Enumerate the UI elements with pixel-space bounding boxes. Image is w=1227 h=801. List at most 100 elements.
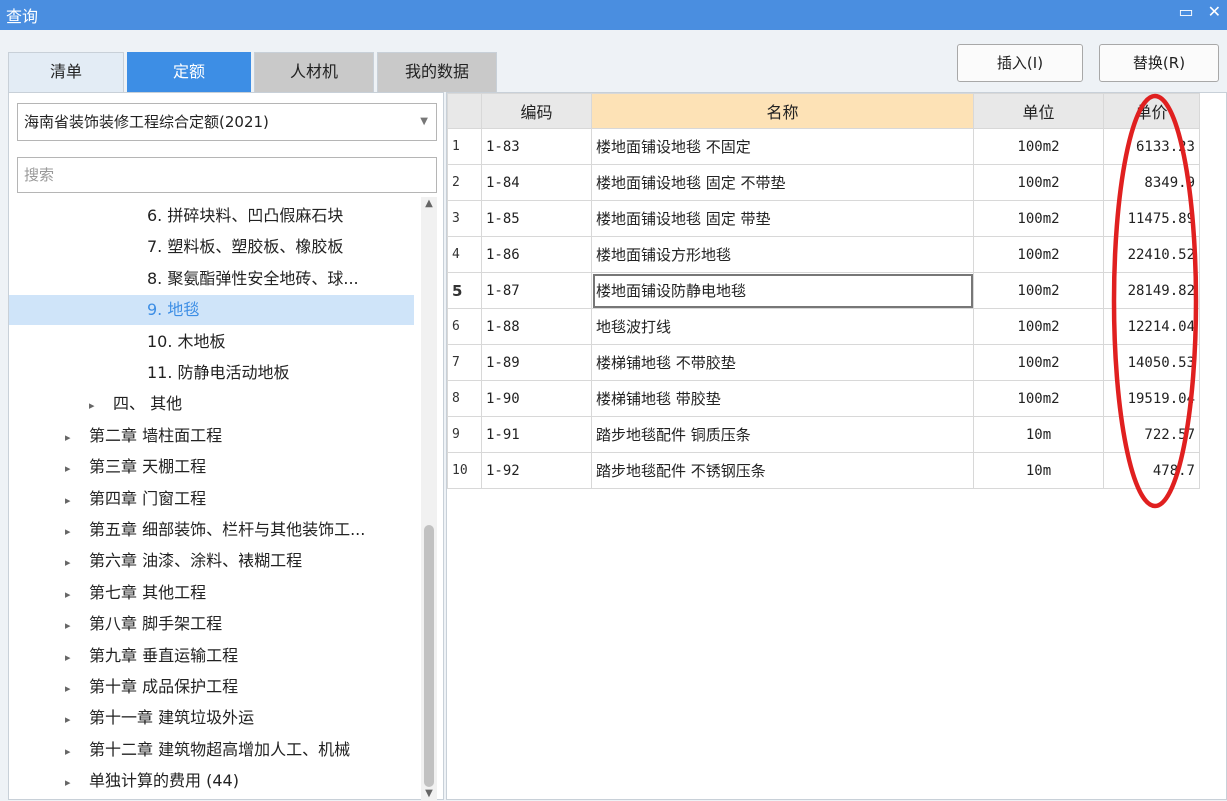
expand-chevron-icon[interactable]: ▸ — [65, 454, 79, 484]
tree-node[interactable]: 8. 聚氨酯弹性安全地砖、球... — [9, 264, 414, 294]
table-row[interactable]: 9 1-91 踏步地毯配件 铜质压条 10m 722.57 — [447, 416, 1200, 453]
tab-labor-material-machine[interactable]: 人材机 — [254, 52, 374, 92]
name-cell[interactable]: 楼地面铺设地毯 固定 带垫 — [591, 200, 974, 237]
row-number[interactable]: 8 — [447, 380, 482, 417]
row-number[interactable]: 4 — [447, 236, 482, 273]
tree-scrollbar[interactable]: ▲ ▼ — [421, 197, 437, 801]
name-cell[interactable]: 楼地面铺设方形地毯 — [591, 236, 974, 273]
unit-cell[interactable]: 10m — [973, 416, 1104, 453]
tab-quota[interactable]: 定额 — [127, 52, 251, 92]
tree-node[interactable]: ▸ 第十章 成品保护工程 — [9, 672, 414, 702]
price-cell[interactable]: 478.7 — [1103, 452, 1200, 489]
row-number[interactable]: 2 — [447, 164, 482, 201]
header-price[interactable]: 单价 — [1103, 93, 1200, 129]
price-cell[interactable]: 12214.04 — [1103, 308, 1200, 345]
expand-chevron-icon[interactable]: ▸ — [89, 391, 103, 421]
name-cell[interactable]: 楼地面铺设防静电地毯 — [591, 272, 974, 309]
code-cell[interactable]: 1-87 — [481, 272, 592, 309]
name-cell[interactable]: 踏步地毯配件 不锈钢压条 — [591, 452, 974, 489]
row-number[interactable]: 7 — [447, 344, 482, 381]
header-unit[interactable]: 单位 — [973, 93, 1104, 129]
table-row[interactable]: 4 1-86 楼地面铺设方形地毯 100m2 22410.52 — [447, 236, 1200, 273]
tree-node[interactable]: ▸ 单独计算的费用 (44) — [9, 766, 414, 796]
unit-cell[interactable]: 100m2 — [973, 164, 1104, 201]
unit-cell[interactable]: 100m2 — [973, 128, 1104, 165]
row-number[interactable]: 3 — [447, 200, 482, 237]
unit-cell[interactable]: 100m2 — [973, 236, 1104, 273]
tree-node[interactable]: 10. 木地板 — [9, 327, 414, 357]
table-row[interactable]: 1 1-83 楼地面铺设地毯 不固定 100m2 6133.23 — [447, 128, 1200, 165]
expand-chevron-icon[interactable]: ▸ — [65, 423, 79, 453]
code-cell[interactable]: 1-86 — [481, 236, 592, 273]
price-cell[interactable]: 28149.82 — [1103, 272, 1200, 309]
code-cell[interactable]: 1-88 — [481, 308, 592, 345]
price-cell[interactable]: 11475.89 — [1103, 200, 1200, 237]
name-cell[interactable]: 踏步地毯配件 铜质压条 — [591, 416, 974, 453]
row-number[interactable]: 6 — [447, 308, 482, 345]
expand-chevron-icon[interactable]: ▸ — [65, 643, 79, 673]
expand-chevron-icon[interactable]: ▸ — [65, 486, 79, 516]
name-cell[interactable]: 楼地面铺设地毯 固定 不带垫 — [591, 164, 974, 201]
price-cell[interactable]: 722.57 — [1103, 416, 1200, 453]
table-row[interactable]: 6 1-88 地毯波打线 100m2 12214.04 — [447, 308, 1200, 345]
tab-bill[interactable]: 清单 — [8, 52, 124, 92]
tree-node[interactable]: 7. 塑料板、塑胶板、橡胶板 — [9, 232, 414, 262]
row-number[interactable]: 5 — [447, 272, 482, 309]
tree-node[interactable]: ▸ 第五章 细部装饰、栏杆与其他装饰工... — [9, 515, 414, 545]
code-cell[interactable]: 1-90 — [481, 380, 592, 417]
tree-node[interactable]: ▸ 第六章 油漆、涂料、裱糊工程 — [9, 546, 414, 576]
scrollbar-thumb[interactable] — [424, 525, 434, 787]
name-cell[interactable]: 楼梯铺地毯 不带胶垫 — [591, 344, 974, 381]
name-cell[interactable]: 地毯波打线 — [591, 308, 974, 345]
code-cell[interactable]: 1-89 — [481, 344, 592, 381]
replace-button[interactable]: 替换(R) — [1099, 44, 1219, 82]
insert-button[interactable]: 插入(I) — [957, 44, 1083, 82]
price-cell[interactable]: 8349.9 — [1103, 164, 1200, 201]
tree-node[interactable]: ▸ 第二章 墙柱面工程 — [9, 421, 414, 451]
expand-chevron-icon[interactable]: ▸ — [65, 517, 79, 547]
unit-cell[interactable]: 10m — [973, 452, 1104, 489]
tab-my-data[interactable]: 我的数据 — [377, 52, 497, 92]
tree-node[interactable]: 11. 防静电活动地板 — [9, 358, 414, 388]
code-cell[interactable]: 1-83 — [481, 128, 592, 165]
quota-library-select[interactable]: 海南省装饰装修工程综合定额(2021) ▼ — [17, 103, 437, 141]
tree-node[interactable]: 9. 地毯 — [9, 295, 414, 326]
tree-node[interactable]: ▸ 四、 其他 — [9, 389, 414, 419]
code-cell[interactable]: 1-91 — [481, 416, 592, 453]
tree-node[interactable]: 6. 拼碎块料、凹凸假麻石块 — [9, 201, 414, 231]
price-cell[interactable]: 14050.53 — [1103, 344, 1200, 381]
unit-cell[interactable]: 100m2 — [973, 308, 1104, 345]
table-row[interactable]: 7 1-89 楼梯铺地毯 不带胶垫 100m2 14050.53 — [447, 344, 1200, 381]
header-name[interactable]: 名称 — [591, 93, 974, 129]
price-cell[interactable]: 6133.23 — [1103, 128, 1200, 165]
search-input[interactable] — [17, 157, 437, 193]
table-row[interactable]: 2 1-84 楼地面铺设地毯 固定 不带垫 100m2 8349.9 — [447, 164, 1200, 201]
code-cell[interactable]: 1-85 — [481, 200, 592, 237]
expand-chevron-icon[interactable]: ▸ — [65, 548, 79, 578]
tree-node[interactable]: ▸ 第四章 门窗工程 — [9, 484, 414, 514]
scroll-down-icon[interactable]: ▼ — [421, 787, 437, 801]
row-number[interactable]: 1 — [447, 128, 482, 165]
expand-chevron-icon[interactable]: ▸ — [65, 611, 79, 641]
price-cell[interactable]: 19519.04 — [1103, 380, 1200, 417]
row-number[interactable]: 10 — [447, 452, 482, 489]
unit-cell[interactable]: 100m2 — [973, 272, 1104, 309]
name-cell[interactable]: 楼梯铺地毯 带胶垫 — [591, 380, 974, 417]
restore-icon[interactable]: ▭ — [1178, 2, 1193, 21]
unit-cell[interactable]: 100m2 — [973, 200, 1104, 237]
header-code[interactable]: 编码 — [481, 93, 592, 129]
row-number[interactable]: 9 — [447, 416, 482, 453]
tree-node[interactable]: ▸ 第八章 脚手架工程 — [9, 609, 414, 639]
table-row[interactable]: 5 1-87 楼地面铺设防静电地毯 100m2 28149.82 — [447, 272, 1200, 309]
code-cell[interactable]: 1-92 — [481, 452, 592, 489]
unit-cell[interactable]: 100m2 — [973, 380, 1104, 417]
expand-chevron-icon[interactable]: ▸ — [65, 674, 79, 704]
unit-cell[interactable]: 100m2 — [973, 344, 1104, 381]
table-row[interactable]: 10 1-92 踏步地毯配件 不锈钢压条 10m 478.7 — [447, 452, 1200, 489]
expand-chevron-icon[interactable]: ▸ — [65, 580, 79, 610]
tree-node[interactable]: ▸ 第七章 其他工程 — [9, 578, 414, 608]
tree-node[interactable]: ▸ 第三章 天棚工程 — [9, 452, 414, 482]
tree-node[interactable]: ▸ 第十一章 建筑垃圾外运 — [9, 703, 414, 733]
tree-node[interactable]: ▸ 第九章 垂直运输工程 — [9, 641, 414, 671]
table-row[interactable]: 8 1-90 楼梯铺地毯 带胶垫 100m2 19519.04 — [447, 380, 1200, 417]
